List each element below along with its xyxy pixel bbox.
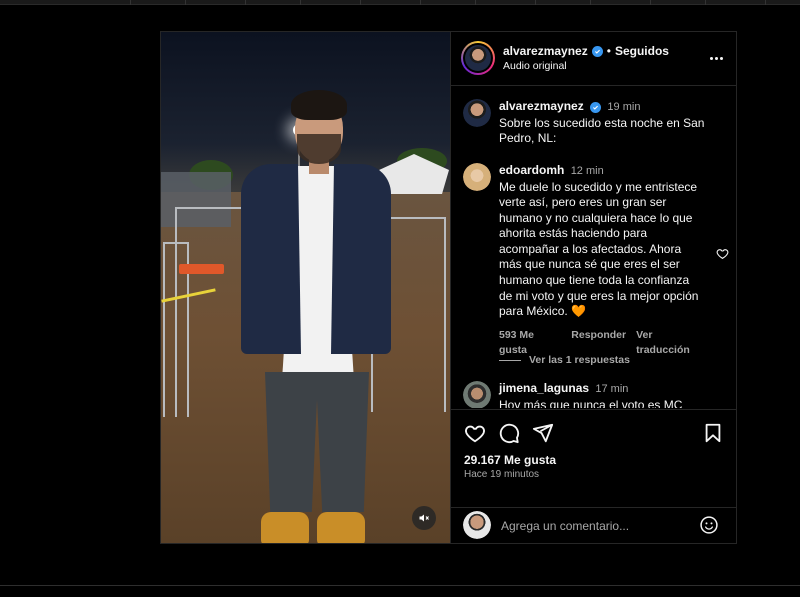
comment-username[interactable]: edoardomh	[499, 163, 564, 177]
caption-time: 19 min	[607, 101, 641, 113]
verified-badge-icon	[591, 45, 603, 57]
author-username[interactable]: alvarezmaynez	[503, 44, 588, 58]
author-info: alvarezmaynez • Seguidos	[503, 44, 669, 58]
view-replies-button[interactable]: Ver las 1 respuestas	[499, 354, 630, 366]
add-comment-bar	[451, 507, 737, 543]
comment-time: 12 min	[570, 165, 604, 177]
caption-author-avatar[interactable]	[463, 99, 491, 127]
comment-input[interactable]	[501, 516, 691, 536]
separator-dot: •	[606, 44, 611, 58]
author-avatar[interactable]	[461, 41, 495, 75]
comment-icon[interactable]	[498, 422, 520, 444]
heart-icon[interactable]	[716, 247, 729, 260]
heart-icon[interactable]	[464, 422, 486, 444]
verified-badge-icon	[590, 102, 602, 113]
man-standing	[231, 72, 391, 543]
commenter-avatar[interactable]	[463, 163, 491, 191]
muted-speaker-icon	[419, 514, 429, 522]
commenter-avatar[interactable]	[463, 381, 491, 408]
view-replies-label: Ver las 1 respuestas	[529, 354, 630, 366]
comment-text: Me duele lo sucedido y me entristece ver…	[499, 179, 702, 319]
likes-count[interactable]: 29.167 Me gusta	[464, 453, 556, 467]
browser-top-strip	[0, 0, 800, 5]
post-video[interactable]	[161, 32, 450, 543]
post-header: alvarezmaynez • Seguidos Audio original	[451, 32, 737, 86]
post-timestamp[interactable]: Hace 19 minutos	[464, 469, 539, 480]
mute-toggle-button[interactable]	[412, 506, 436, 530]
audio-label[interactable]: Audio original	[503, 60, 567, 72]
current-user-avatar	[463, 511, 491, 539]
comments-list[interactable]: alvarezmaynez 19 min Sobre los sucedido …	[451, 87, 737, 408]
comment-username[interactable]: jimena_lagunas	[499, 381, 589, 395]
bookmark-icon[interactable]	[702, 422, 724, 444]
caption-text: Sobre los sucedido esta noche en San Ped…	[499, 115, 708, 146]
comment-text: Hoy más que nunca el voto es MC	[499, 397, 683, 409]
share-icon[interactable]	[532, 422, 554, 444]
emoji-icon[interactable]	[699, 515, 719, 535]
translate-button[interactable]: Ver traducción	[636, 328, 705, 359]
instagram-post-modal: alvarezmaynez • Seguidos Audio original …	[160, 31, 737, 544]
post-side-panel: alvarezmaynez • Seguidos Audio original …	[450, 32, 737, 543]
follow-status-button[interactable]: Seguidos	[615, 44, 669, 58]
post-actions: 29.167 Me gusta Hace 19 minutos	[451, 409, 737, 507]
caption-username[interactable]: alvarezmaynez	[499, 99, 584, 113]
more-options-icon[interactable]	[707, 51, 725, 65]
divider	[0, 585, 800, 586]
comment-time: 17 min	[595, 383, 629, 395]
